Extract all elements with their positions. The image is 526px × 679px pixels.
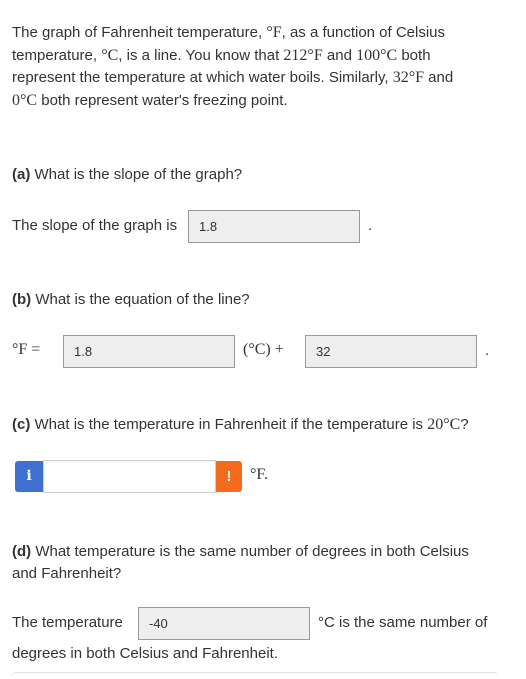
part-a-period: . (368, 217, 373, 234)
warning-icon[interactable]: ! (216, 461, 242, 492)
math-100c: 100°C (356, 46, 398, 64)
intro-text: The graph of Fahrenheit temperature, (12, 24, 267, 41)
part-b-period: . (485, 342, 490, 359)
part-a-prefix: The slope of the graph is (12, 217, 178, 234)
intro-text: , is a line. You know that (118, 46, 284, 64)
part-c-label: (c) (12, 416, 31, 433)
intro-text: both represent water's freezing point. (37, 91, 288, 109)
intro-text: , as a function of Celsius (281, 24, 446, 41)
part-d-question: (d) What temperature is the same number … (12, 541, 512, 585)
part-b-label: (b) (12, 291, 32, 308)
math-deg-c: °C (101, 46, 119, 64)
math-32f: 32°F (392, 69, 425, 86)
part-d-suffix-2: degrees in both Celsius and Fahrenheit. (12, 645, 279, 662)
math-212f: 212°F (283, 46, 323, 64)
same-temperature-field[interactable]: -40 (138, 607, 310, 640)
part-c-question-text: What is the temperature in Fahrenheit if… (30, 416, 428, 433)
intro-text: and (322, 46, 357, 64)
math-0c: 0°C (12, 91, 38, 109)
equation-slope-field[interactable]: 1.8 (63, 335, 235, 368)
intro-text: both (397, 46, 431, 64)
part-c-unit: °F. (250, 466, 269, 483)
part-c-qmark: ? (460, 416, 469, 433)
part-d-question-text-2: and Fahrenheit? (12, 565, 122, 582)
part-d-suffix: °C is the same number of (318, 614, 488, 631)
math-20c: 20°C (427, 416, 461, 433)
next-panel-edge (12, 672, 498, 679)
part-d-prefix: The temperature (12, 614, 123, 631)
intro-text: temperature, (12, 46, 102, 64)
part-c-question: (c) What is the temperature in Fahrenhei… (12, 416, 469, 434)
part-d-label: (d) (12, 543, 32, 560)
part-a-question-text: What is the slope of the graph? (30, 166, 243, 183)
equation-lhs: °F = (12, 341, 41, 358)
part-b-question-text: What is the equation of the line? (31, 291, 250, 308)
intro-text: represent the temperature at which water… (12, 69, 393, 86)
math-deg-f: °F (266, 24, 282, 41)
problem-statement: The graph of Fahrenheit temperature, °F,… (12, 22, 507, 112)
equation-intercept-field[interactable]: 32 (305, 335, 477, 368)
intro-text: and (424, 69, 454, 86)
fahrenheit-answer-field[interactable] (43, 460, 216, 493)
slope-answer-field[interactable]: 1.8 (188, 210, 360, 243)
part-b-question: (b) What is the equation of the line? (12, 291, 250, 308)
part-d-question-text: What temperature is the same number of d… (31, 543, 469, 560)
part-a-label: (a) (12, 166, 31, 183)
equation-middle: (°C) + (243, 341, 284, 358)
part-a-question: (a) What is the slope of the graph? (12, 166, 242, 183)
info-icon[interactable]: i (15, 461, 43, 492)
